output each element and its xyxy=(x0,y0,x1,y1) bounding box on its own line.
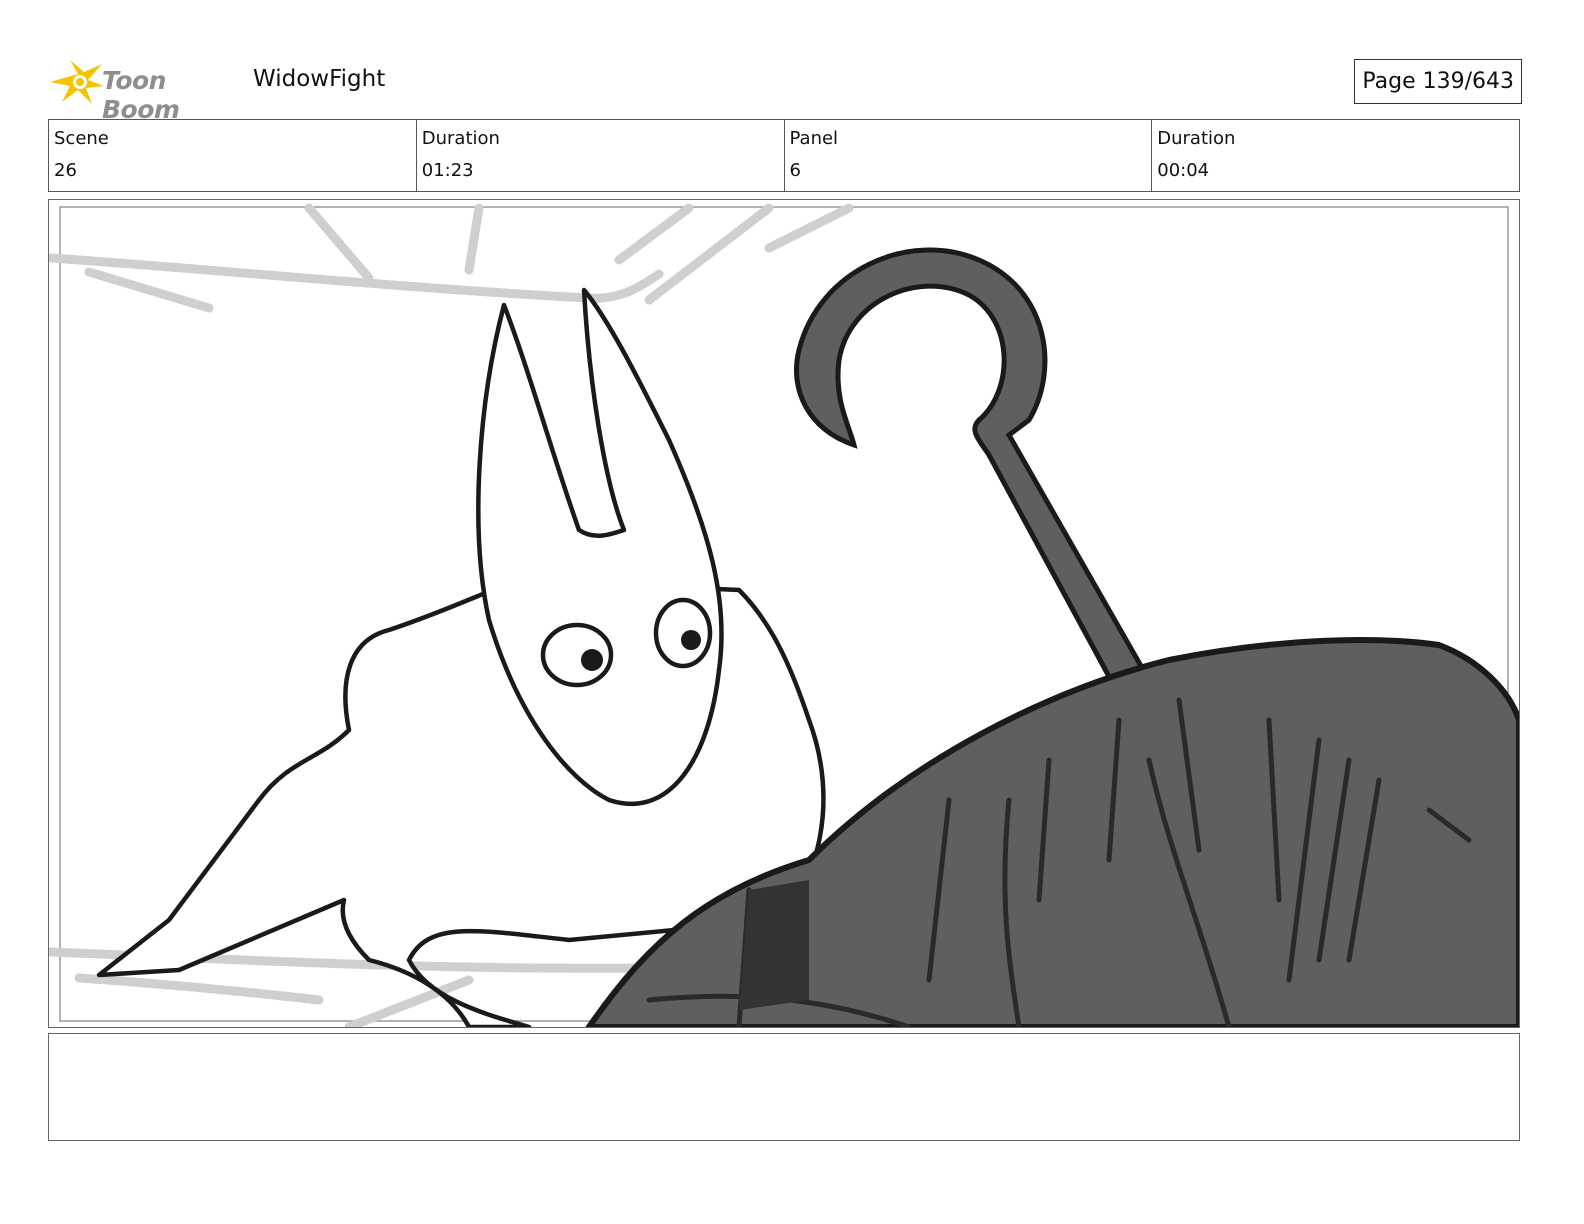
panel-duration-value: 00:04 xyxy=(1157,160,1210,181)
logo-text: Toon Boom xyxy=(102,66,180,124)
storyboard-panel xyxy=(48,199,1520,1028)
scene-duration-label: Duration xyxy=(421,128,500,149)
panel-duration-label: Duration xyxy=(1157,128,1236,149)
panel-sketch-illustration xyxy=(49,203,1519,1027)
scene-duration-cell: Duration 01:23 xyxy=(417,120,785,191)
scene-info-table: Scene 26 Duration 01:23 Panel 6 Duration… xyxy=(48,119,1520,192)
storyboard-header: Toon Boom WidowFight Page 139/643 xyxy=(48,52,1522,124)
panel-notes xyxy=(48,1033,1520,1141)
star-burst-icon xyxy=(50,60,104,104)
scene-label: Scene xyxy=(54,128,109,149)
toon-boom-logo: Toon Boom xyxy=(48,56,248,124)
panel-cell: Panel 6 xyxy=(785,120,1153,191)
panel-value: 6 xyxy=(789,160,801,181)
creature-shadow-block xyxy=(739,880,809,1010)
scene-value: 26 xyxy=(54,160,77,181)
hook-shape xyxy=(793,247,1153,699)
project-title: WidowFight xyxy=(253,66,386,92)
page-counter: Page 139/643 xyxy=(1354,59,1522,104)
panel-duration-cell: Duration 00:04 xyxy=(1152,120,1519,191)
scene-duration-value: 01:23 xyxy=(421,160,474,181)
panel-label: Panel xyxy=(789,128,839,149)
scene-cell: Scene 26 xyxy=(49,120,417,191)
